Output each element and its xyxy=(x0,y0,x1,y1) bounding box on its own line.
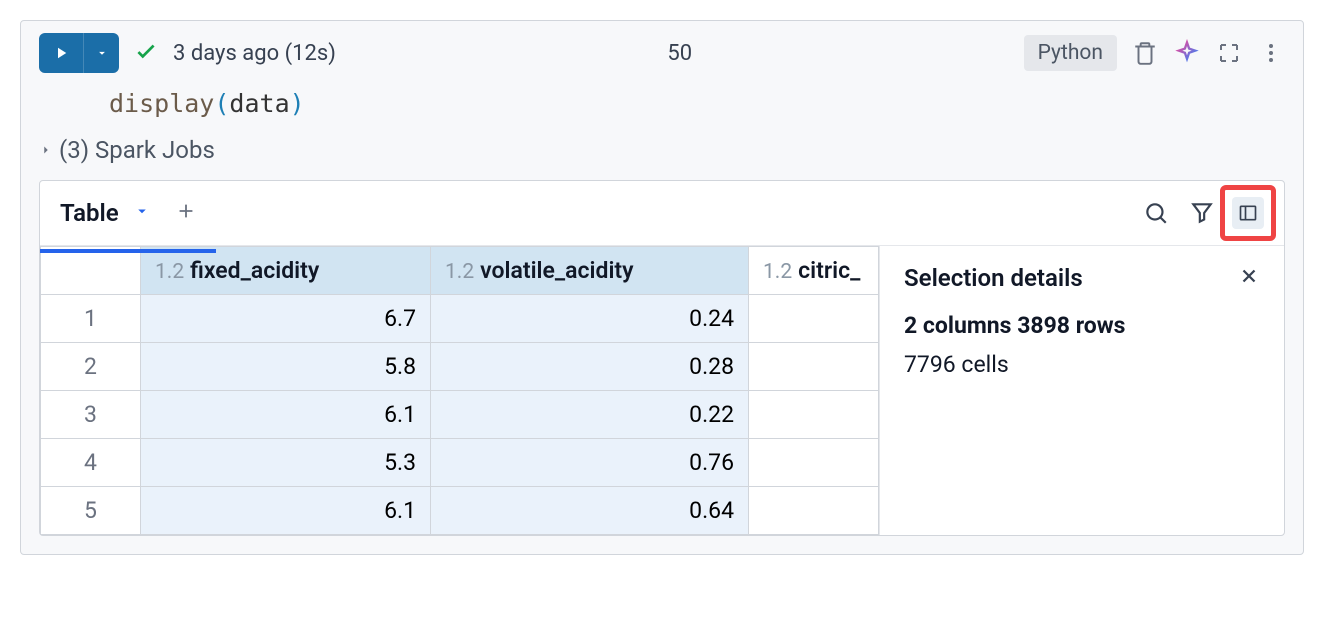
column-name: citric_ xyxy=(798,257,860,284)
column-name: volatile_acidity xyxy=(480,257,633,284)
filter-button[interactable] xyxy=(1186,197,1218,229)
sparkle-icon xyxy=(1173,39,1201,67)
output-area: Table xyxy=(39,180,1285,536)
spark-jobs-label: (3) Spark Jobs xyxy=(59,136,215,164)
column-header[interactable]: 1.2volatile_acidity xyxy=(431,247,749,295)
row-index: 3 xyxy=(41,391,141,439)
data-table-wrap: 1.2fixed_acidity 1.2volatile_acidity 1.2… xyxy=(40,246,879,535)
delete-button[interactable] xyxy=(1131,39,1159,67)
close-pane-button[interactable] xyxy=(1238,265,1260,291)
table-header-row: 1.2fixed_acidity 1.2volatile_acidity 1.2… xyxy=(41,247,879,295)
row-index-header[interactable] xyxy=(41,247,141,295)
column-header[interactable]: 1.2citric_ xyxy=(749,247,879,295)
cell[interactable] xyxy=(749,487,879,535)
cell[interactable]: 0.28 xyxy=(431,343,749,391)
tab-table[interactable]: Table xyxy=(60,199,119,227)
column-header[interactable]: 1.2fixed_acidity xyxy=(141,247,431,295)
filter-icon xyxy=(1189,200,1215,226)
cell[interactable]: 0.64 xyxy=(431,487,749,535)
row-index: 2 xyxy=(41,343,141,391)
panel-icon xyxy=(1238,200,1258,226)
run-button[interactable] xyxy=(39,33,83,73)
output-header: Table xyxy=(40,181,1284,246)
output-body: 1.2fixed_acidity 1.2volatile_acidity 1.2… xyxy=(40,246,1284,535)
cell[interactable]: 0.24 xyxy=(431,295,749,343)
expand-button[interactable] xyxy=(1215,39,1243,67)
run-button-group xyxy=(39,33,119,73)
cell[interactable]: 6.1 xyxy=(141,487,431,535)
search-button[interactable] xyxy=(1140,197,1172,229)
type-badge: 1.2 xyxy=(445,260,474,284)
type-badge: 1.2 xyxy=(763,260,792,284)
cell-number: 50 xyxy=(667,41,692,66)
run-dropdown-button[interactable] xyxy=(83,33,119,73)
tab-dropdown-button[interactable] xyxy=(133,202,151,224)
code-var: data xyxy=(229,89,289,118)
language-badge[interactable]: Python xyxy=(1024,35,1117,71)
row-index: 1 xyxy=(41,295,141,343)
code-lparen: ( xyxy=(214,89,229,118)
plus-icon xyxy=(175,200,197,222)
table-row[interactable]: 1 6.7 0.24 xyxy=(41,295,879,343)
search-icon xyxy=(1143,200,1169,226)
cell-toolbar: 3 days ago (12s) 50 Python xyxy=(21,21,1303,85)
status-check-icon xyxy=(133,38,159,68)
cell[interactable] xyxy=(749,343,879,391)
expand-icon xyxy=(1217,41,1241,65)
table-row[interactable]: 4 5.3 0.76 xyxy=(41,439,879,487)
assistant-button[interactable] xyxy=(1173,39,1201,67)
close-icon xyxy=(1238,265,1260,287)
cell[interactable]: 5.8 xyxy=(141,343,431,391)
data-table: 1.2fixed_acidity 1.2volatile_acidity 1.2… xyxy=(40,246,879,535)
chevron-down-icon xyxy=(133,202,151,220)
status-text: 3 days ago (12s) xyxy=(173,41,336,66)
row-index: 4 xyxy=(41,439,141,487)
table-row[interactable]: 3 6.1 0.22 xyxy=(41,391,879,439)
table-row[interactable]: 2 5.8 0.28 xyxy=(41,343,879,391)
notebook-cell: 3 days ago (12s) 50 Python display(data)… xyxy=(20,20,1304,555)
caret-right-icon xyxy=(39,143,53,157)
code-rparen: ) xyxy=(290,89,305,118)
row-index: 5 xyxy=(41,487,141,535)
cell[interactable]: 5.3 xyxy=(141,439,431,487)
add-tab-button[interactable] xyxy=(175,200,197,226)
more-button[interactable] xyxy=(1257,39,1285,67)
cell[interactable] xyxy=(749,391,879,439)
play-icon xyxy=(52,44,70,62)
active-tab-underline xyxy=(40,249,216,253)
pane-header: Selection details xyxy=(904,264,1260,292)
code-fn: display xyxy=(109,89,214,118)
cell[interactable]: 0.76 xyxy=(431,439,749,487)
more-vertical-icon xyxy=(1259,41,1283,65)
column-name: fixed_acidity xyxy=(190,257,319,284)
cell[interactable] xyxy=(749,439,879,487)
type-badge: 1.2 xyxy=(155,260,184,284)
selection-cells: 7796 cells xyxy=(904,351,1260,378)
spark-jobs-row[interactable]: (3) Spark Jobs xyxy=(21,136,1303,180)
cell[interactable]: 0.22 xyxy=(431,391,749,439)
selection-details-pane: Selection details 2 columns 3898 rows 77… xyxy=(879,246,1284,535)
cell[interactable] xyxy=(749,295,879,343)
code-block[interactable]: display(data) xyxy=(21,85,1303,136)
panel-toggle-button[interactable] xyxy=(1232,197,1264,229)
chevron-down-icon xyxy=(95,46,109,60)
cell[interactable]: 6.7 xyxy=(141,295,431,343)
table-body: 1 6.7 0.24 2 5.8 0.28 3 xyxy=(41,295,879,535)
selection-summary: 2 columns 3898 rows xyxy=(904,312,1260,339)
cell[interactable]: 6.1 xyxy=(141,391,431,439)
pane-title: Selection details xyxy=(904,264,1083,292)
trash-icon xyxy=(1132,40,1158,66)
table-row[interactable]: 5 6.1 0.64 xyxy=(41,487,879,535)
